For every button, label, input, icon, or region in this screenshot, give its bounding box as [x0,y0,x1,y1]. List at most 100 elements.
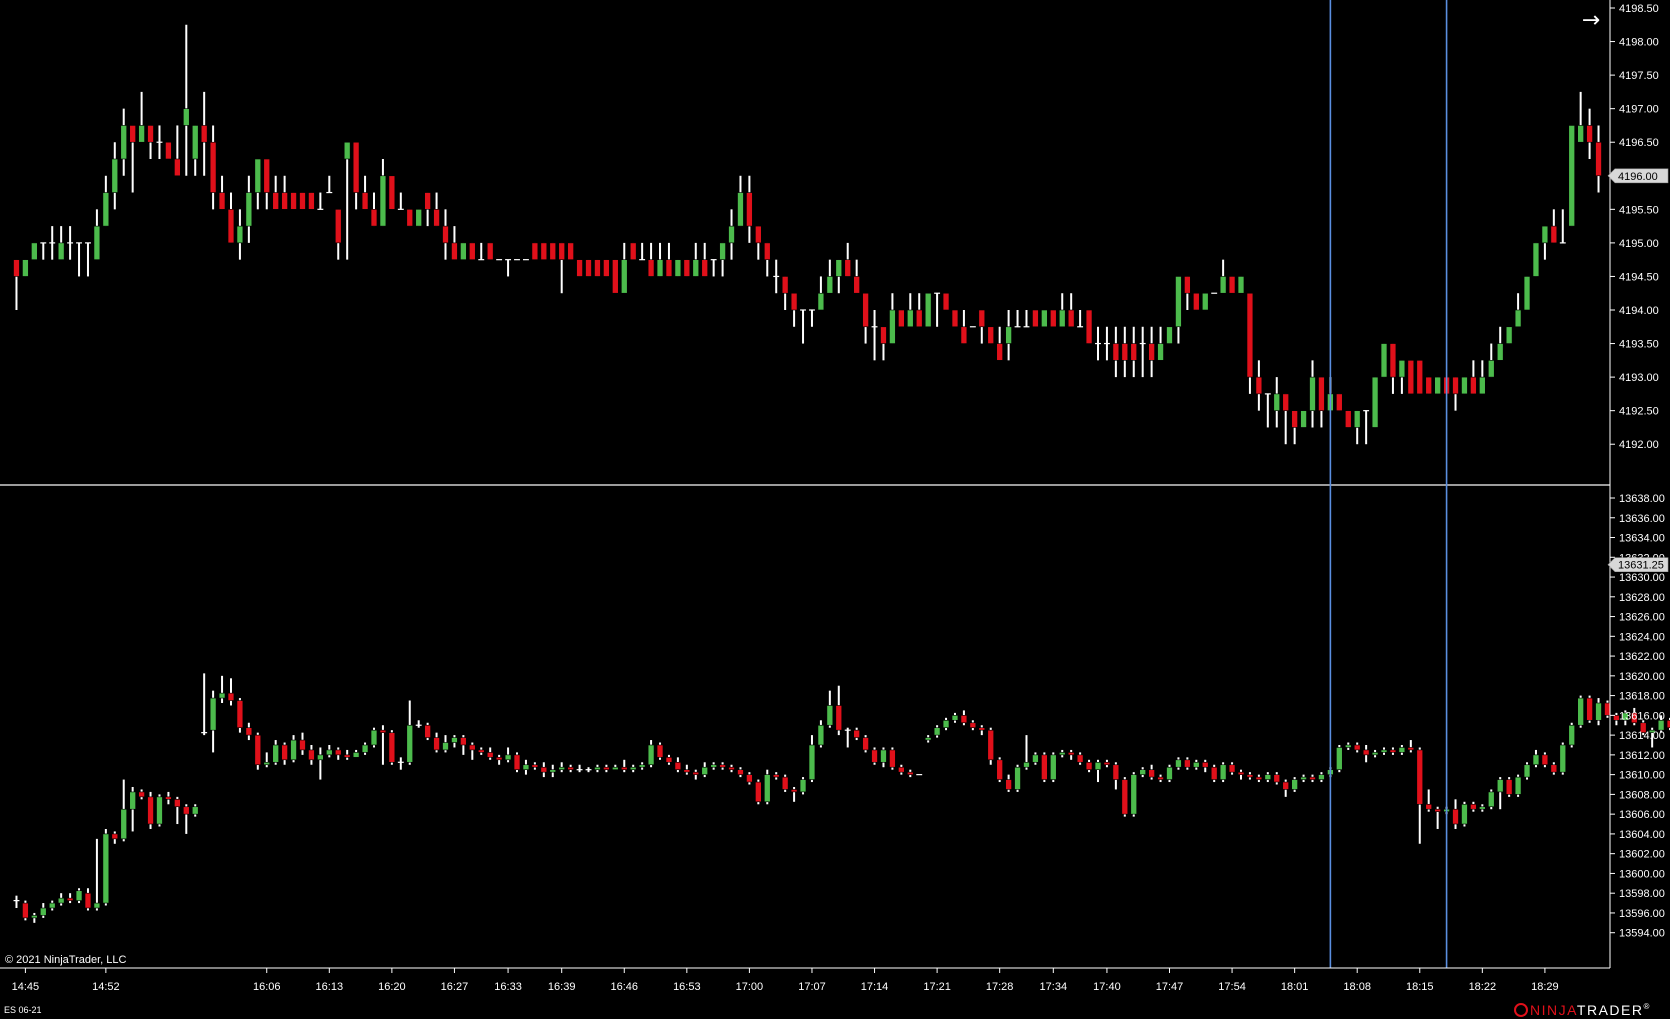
upper-candle [880,326,887,344]
upper-candle [1184,276,1191,294]
time-tick-label: 16:46 [611,981,639,993]
chart-canvas[interactable]: 4198.50 4198.00 4197.50 4197.00 4196.50 4196.… [0,0,1670,1019]
upper-candle [174,158,181,177]
lower-candle [764,774,771,803]
lower-price-tick-label: 13636.00 [1619,513,1665,525]
lower-candle [871,749,878,763]
time-tick-label: 18:22 [1469,981,1497,993]
upper-candle [603,259,610,277]
upper-candle [120,125,127,160]
upper-candle [567,242,574,260]
time-tick-label: 17:40 [1093,981,1121,993]
upper-candle [1318,376,1325,411]
upper-price-tick-label: 4198.00 [1619,37,1659,49]
lower-candle [1362,749,1370,756]
upper-candle [1130,343,1137,361]
upper-candle [1541,225,1549,244]
lower-candle [31,915,38,919]
upper-candle [1416,360,1424,395]
upper-candle [728,225,735,244]
time-tick-label: 18:15 [1406,981,1434,993]
lower-candle [701,766,708,775]
upper-candle [656,259,664,277]
upper-candle [692,259,700,277]
lower-candle [227,692,235,701]
upper-candle [1050,309,1057,328]
upper-candle [665,259,673,277]
lower-candle [853,729,860,738]
lower-candle [290,739,297,761]
footer: © 2021 NinjaTrader, LLC ES 06-21 NINJATR… [4,954,1649,1018]
lower-candle [165,796,172,800]
upper-candle [138,125,145,143]
upper-candle [1175,276,1182,328]
lower-candle [1479,806,1486,810]
upper-candle [1237,276,1245,294]
upper-candle [978,309,986,328]
upper-candle [1228,276,1236,294]
upper-candle [1452,376,1459,395]
lower-candle [1121,779,1129,815]
lower-candle [460,737,467,746]
upper-candle [165,141,172,160]
time-tick-label: 18:08 [1343,981,1371,993]
upper-candle [1479,376,1486,395]
upper-candle [200,125,208,143]
lower-candle [1058,752,1066,756]
upper-candle [1291,410,1298,428]
lower-candle [1237,771,1245,775]
upper-candle [701,259,708,277]
lower-candle [1488,791,1495,808]
time-tick-label: 18:01 [1281,981,1309,993]
lower-candle [1523,764,1531,778]
upper-candle [129,125,136,143]
upper-candle [352,141,360,193]
upper-candle [183,108,190,126]
lower-candle [93,902,101,909]
lower-candle [978,727,986,731]
lower-candle [1264,774,1272,780]
lower-candle [880,749,887,763]
arrow-right-icon[interactable]: → [1576,8,1606,34]
lower-candle [790,789,798,793]
lower-price-panel[interactable] [13,513,1670,923]
lower-candle [1389,749,1397,753]
ninjatrader-logo: NINJATRADER® [1514,1002,1649,1018]
upper-candle [531,242,539,260]
upper-candle [1085,309,1093,344]
lower-candle [1148,769,1155,778]
upper-candle [486,242,494,260]
upper-last-price-label: 4196.00 [1618,171,1658,183]
upper-candle [1255,376,1263,395]
upper-candle [942,292,950,311]
lower-candle [969,722,977,729]
lower-candle [1505,779,1513,795]
lower-price-tick-label: 13628.00 [1619,592,1665,604]
instrument-label: ES 06-21 [4,1005,42,1015]
upper-candle [1586,125,1593,143]
upper-price-tick-label: 4196.50 [1619,137,1659,149]
upper-candle [1032,309,1039,328]
upper-candle [540,242,548,260]
lower-candle [1353,744,1361,751]
upper-candle [13,259,20,277]
lower-candle [263,761,270,766]
lower-candle [478,749,485,753]
upper-candle [227,209,235,244]
upper-price-tick-label: 4192.00 [1619,439,1659,451]
upper-candle [433,209,440,227]
lower-candle [1514,776,1522,795]
lower-candle [1130,774,1137,815]
lower-candle [1559,744,1567,773]
lower-candle [710,764,717,768]
upper-price-panel[interactable] [13,24,1602,445]
lower-candle [254,734,262,766]
lower-candle [1210,766,1218,780]
lower-candle [174,799,181,808]
lower-candle [656,744,664,758]
lower-candle [647,744,655,766]
lower-candle [898,766,905,773]
lower-price-tick-label: 13606.00 [1619,809,1665,821]
lower-candle [1595,702,1602,721]
lower-price-tick-label: 13616.00 [1619,710,1665,722]
